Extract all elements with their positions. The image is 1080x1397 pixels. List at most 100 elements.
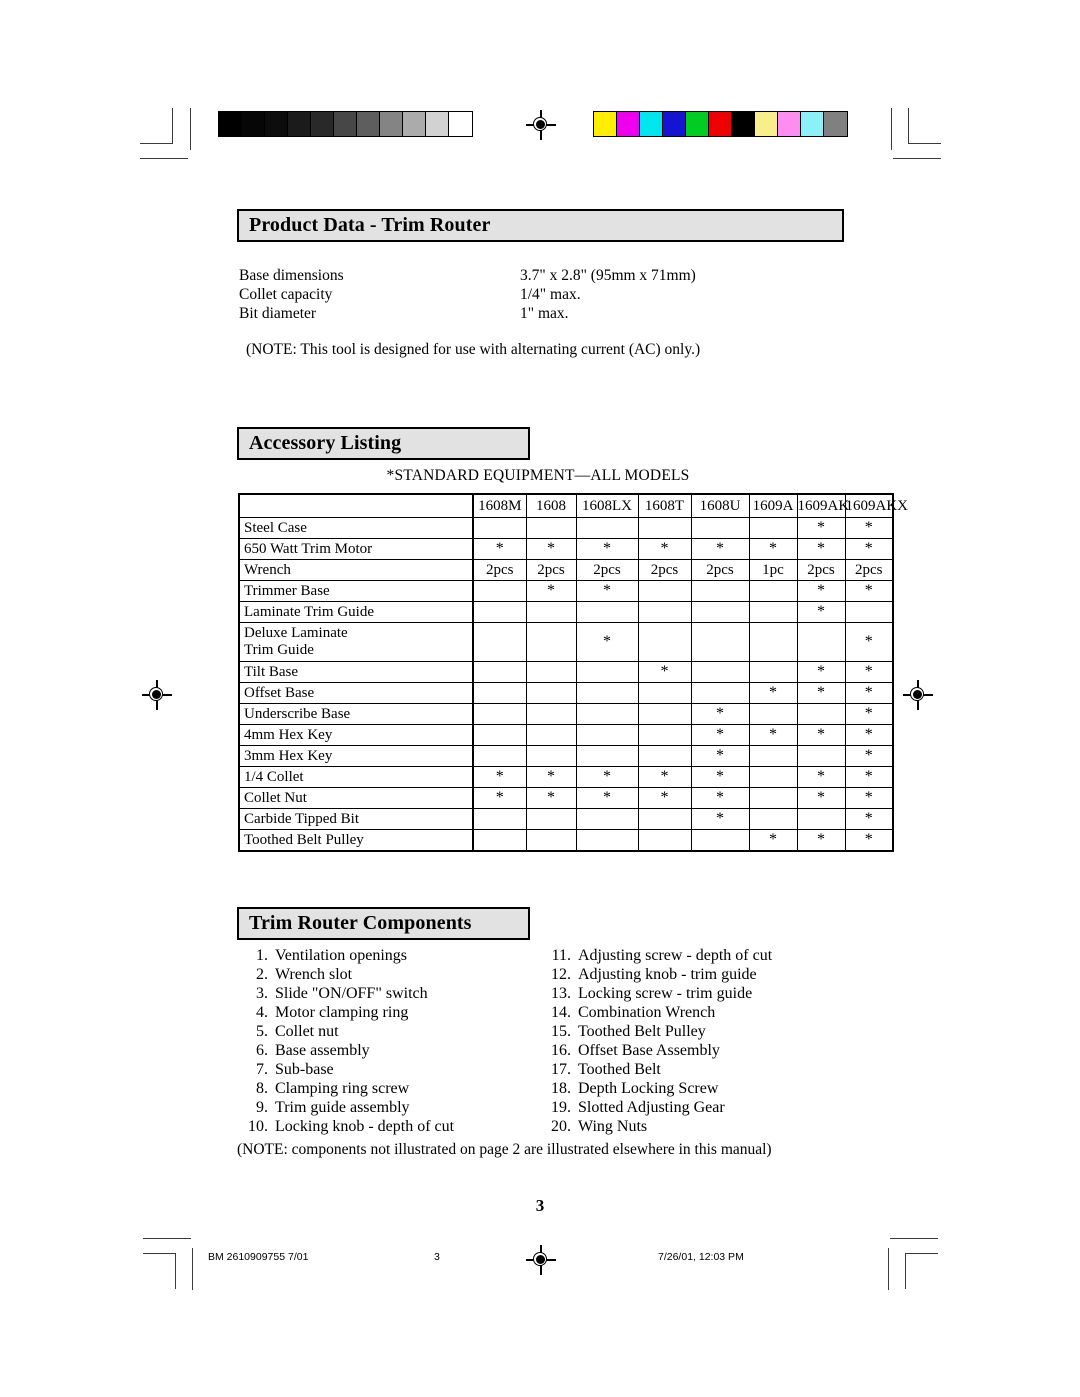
column-header-1608u: 1608U (690, 493, 750, 518)
section-title-product-data: Product Data - Trim Router (249, 214, 491, 236)
table-cell (796, 622, 846, 662)
included-mark: * (864, 830, 873, 848)
component-number: 16. (551, 1042, 571, 1059)
section-header-trim-router-components: Trim Router Components (237, 907, 530, 940)
spec-row: Bit diameter 1" max. (239, 304, 696, 323)
table-cell (472, 517, 527, 539)
table-row: Deluxe Laminate Trim Guide * * (238, 622, 894, 662)
table-cell (472, 829, 527, 852)
table-cell: * (844, 766, 894, 788)
included-mark: * (864, 767, 873, 785)
included-mark: * (817, 581, 825, 599)
row-label: Carbide Tipped Bit (238, 808, 474, 830)
table-row: Laminate Trim Guide * (238, 601, 894, 623)
color-patch-6 (732, 112, 755, 136)
table-cell: * (525, 538, 577, 560)
included-mark: * (716, 809, 724, 827)
table-cell (575, 808, 639, 830)
included-mark: * (864, 518, 873, 536)
component-list-item: 12. Adjusting knob - trim guide (541, 966, 772, 985)
section-header-product-data: Product Data - Trim Router (237, 209, 844, 242)
table-cell (748, 808, 798, 830)
table-cell: * (844, 745, 894, 767)
grayscale-patch-0 (219, 112, 242, 136)
table-cell: * (844, 517, 894, 539)
table-cell (690, 580, 750, 602)
included-mark: * (660, 662, 669, 680)
table-cell: * (637, 661, 692, 683)
table-row: Carbide Tipped Bit * * (238, 808, 894, 830)
row-label: Toothed Belt Pulley (238, 829, 474, 852)
table-cell: * (472, 766, 527, 788)
table-cell: * (690, 808, 750, 830)
row-label: Laminate Trim Guide (238, 601, 474, 623)
table-cell: * (796, 829, 846, 852)
row-label: 650 Watt Trim Motor (238, 538, 474, 560)
component-number: 9. (256, 1099, 268, 1116)
column-header-1608m: 1608M (472, 493, 527, 518)
component-number: 14. (551, 1004, 571, 1021)
table-cell (637, 703, 692, 725)
table-cell (748, 745, 798, 767)
section-title-accessory-listing: Accessory Listing (249, 432, 402, 454)
footer-timestamp: 7/26/01, 12:03 PM (658, 1251, 744, 1263)
table-cell: * (690, 787, 750, 809)
column-header-1608lx: 1608LX (575, 493, 639, 518)
table-cell (748, 787, 798, 809)
spec-value: 1/4" max. (520, 286, 581, 303)
grayscale-patch-5 (334, 112, 357, 136)
page-number: 3 (535, 1196, 545, 1215)
color-patch-3 (663, 112, 686, 136)
included-mark: * (864, 704, 873, 722)
footer-page-number: 3 (434, 1251, 440, 1263)
included-mark: * (769, 683, 777, 701)
component-number: 20. (551, 1118, 571, 1135)
table-cell (525, 622, 577, 662)
table-cell (575, 601, 639, 623)
table-cell (525, 703, 577, 725)
row-label: Underscribe Base (238, 703, 474, 725)
section-header-accessory-listing: Accessory Listing (237, 427, 530, 460)
table-cell (690, 682, 750, 704)
color-patch-10 (824, 112, 847, 136)
component-label: Wing Nuts (578, 1118, 648, 1135)
table-cell (575, 724, 639, 746)
table-header-row: 1608M 1608 1608LX 1608T 1608U 1609A 1609AK 1609… (238, 493, 908, 518)
included-mark: * (716, 746, 724, 764)
grayscale-calibration-bar (218, 111, 473, 137)
table-cell (748, 517, 798, 539)
component-label: Clamping ring screw (275, 1080, 410, 1097)
column-header-1608: 1608 (525, 493, 577, 518)
table-cell: 2pcs (637, 559, 692, 581)
table-cell (637, 622, 692, 662)
included-mark: * (817, 830, 825, 848)
table-cell: * (844, 724, 894, 746)
spec-row: Collet capacity 1/4" max. (239, 285, 696, 304)
registration-target-bottom-center (526, 1245, 556, 1275)
registration-target-right (903, 680, 933, 710)
table-cell (575, 703, 639, 725)
included-mark: * (769, 725, 777, 743)
component-list-item: 18. Depth Locking Screw (541, 1080, 772, 1099)
spec-row: Base dimensions 3.7" x 2.8" (95mm x 71mm… (239, 266, 696, 285)
included-mark: * (603, 632, 611, 650)
table-cell: * (844, 580, 894, 602)
component-list-item: 3. Slide "ON/OFF" switch (238, 985, 454, 1004)
color-patch-2 (640, 112, 663, 136)
grayscale-patch-3 (288, 112, 311, 136)
component-number: 5. (256, 1023, 268, 1040)
component-list-item: 19. Slotted Adjusting Gear (541, 1099, 772, 1118)
grayscale-patch-6 (357, 112, 380, 136)
component-number: 15. (551, 1023, 571, 1040)
table-row: Trimmer Base * * * * (238, 580, 894, 602)
component-number: 7. (256, 1061, 268, 1078)
component-list-item: 11. Adjusting screw - depth of cut (541, 947, 773, 966)
included-mark: * (864, 809, 873, 827)
table-cell (575, 682, 639, 704)
component-list-item: 14. Combination Wrench (541, 1004, 772, 1023)
table-cell (525, 661, 577, 683)
component-list-item: 8. Clamping ring screw (238, 1080, 454, 1099)
included-mark: * (864, 632, 873, 650)
components-list: 1. Ventilation openings 2. Wrench slot 3. Sli… (238, 947, 848, 1135)
table-cell: * (844, 661, 894, 683)
